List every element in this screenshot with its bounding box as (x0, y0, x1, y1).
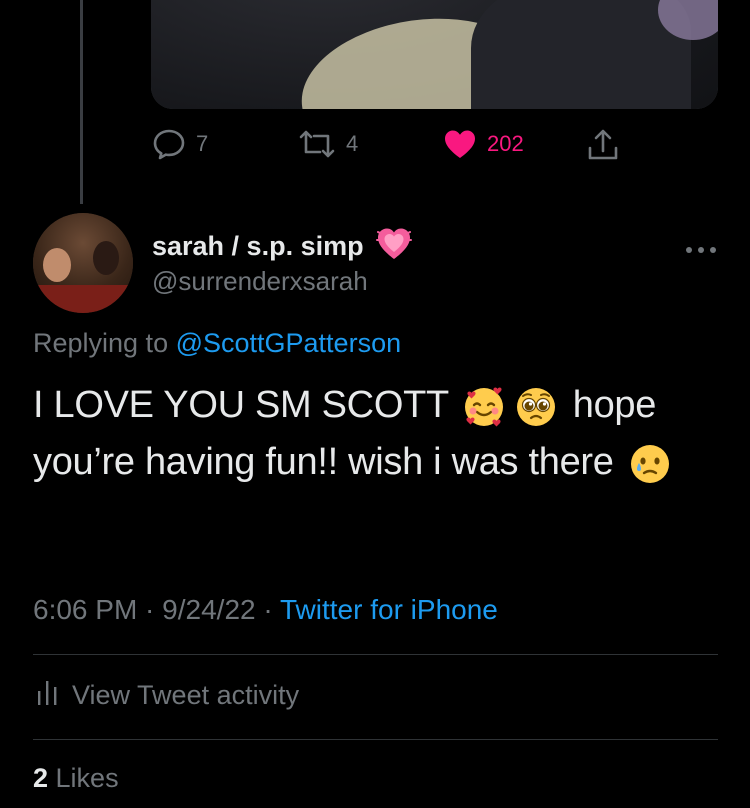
parent-tweet-media[interactable] (151, 0, 718, 109)
mention-link[interactable]: @ScottGPatterson (176, 328, 402, 358)
tweet-date: 9/24/22 (162, 594, 256, 625)
activity-label: View Tweet activity (72, 680, 300, 710)
retweet-count: 4 (346, 131, 359, 156)
tweet-text-part1: I LOVE YOU SM SCOTT (33, 384, 459, 426)
like-count: 202 (487, 131, 524, 156)
meta-separator: · (255, 594, 280, 625)
more-options-button[interactable] (685, 241, 717, 259)
likes-label: Likes (48, 763, 119, 793)
reply-count: 7 (196, 131, 209, 156)
divider (33, 739, 718, 740)
retweet-icon (298, 128, 336, 160)
like-button[interactable]: 202 (443, 128, 524, 160)
pleading-face-emoji (514, 385, 558, 429)
smiling-face-with-hearts-emoji (462, 385, 506, 429)
divider (33, 654, 718, 655)
sad-but-relieved-face-emoji (628, 442, 672, 486)
avatar[interactable] (33, 213, 133, 313)
tweet-text: I LOVE YOU SM SCOTT hope you’re having f… (33, 377, 713, 491)
likes-summary[interactable]: 2 Likes (33, 763, 119, 794)
avatar-person (93, 241, 119, 275)
heart-filled-icon (443, 128, 477, 160)
analytics-icon (36, 677, 72, 714)
reply-button[interactable]: 7 (152, 128, 208, 160)
avatar-table (33, 285, 133, 313)
meta-separator: · (137, 594, 163, 625)
share-button[interactable] (586, 128, 620, 162)
likes-count: 2 (33, 763, 49, 793)
display-name[interactable]: sarah / s.p. simp (152, 231, 364, 262)
share-icon (586, 128, 620, 162)
tweet-meta: 6:06 PM · 9/24/22 · Twitter for iPhone (33, 594, 498, 626)
retweet-button[interactable]: 4 (298, 128, 358, 160)
author-name-row[interactable]: sarah / s.p. simp (152, 226, 412, 267)
reply-icon (152, 128, 186, 160)
more-icon (685, 241, 717, 258)
thread-line (80, 0, 83, 204)
tweet-source-link[interactable]: Twitter for iPhone (280, 594, 498, 625)
replying-prefix: Replying to (33, 328, 176, 358)
tweet-time: 6:06 PM (33, 594, 138, 625)
replying-to: Replying to @ScottGPatterson (33, 328, 401, 359)
growing-heart-emoji (375, 226, 412, 267)
view-tweet-activity[interactable]: View Tweet activity (36, 677, 299, 714)
handle[interactable]: @surrenderxsarah (152, 266, 368, 297)
avatar-person (43, 248, 71, 282)
